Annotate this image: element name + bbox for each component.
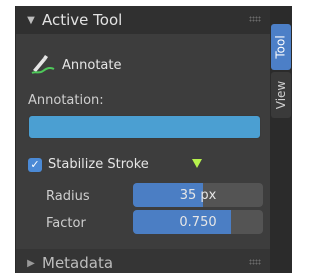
stabilize-stroke-toggle[interactable]: ✓ Stabilize Stroke xyxy=(28,157,149,172)
tool-button[interactable]: Annotate xyxy=(30,52,121,78)
tab-view-label: View xyxy=(274,80,289,110)
down-arrow-icon xyxy=(192,159,202,168)
annotation-label: Annotation: xyxy=(28,93,104,108)
annotate-pen-icon xyxy=(30,52,56,78)
tab-tool[interactable]: Tool xyxy=(271,24,291,70)
tab-tool-label: Tool xyxy=(274,35,288,59)
sidebar-tab-strip: Tool View xyxy=(270,6,292,273)
tab-view[interactable]: View xyxy=(271,72,291,118)
tool-name: Annotate xyxy=(62,57,122,73)
factor-label: Factor xyxy=(46,216,86,231)
metadata-header[interactable]: ▶ Metadata xyxy=(16,249,271,273)
radius-value: 35 px xyxy=(179,187,217,203)
active-tool-title: Active Tool xyxy=(42,11,123,29)
active-tool-header[interactable]: ▼ Active Tool xyxy=(16,6,271,34)
stabilize-label: Stabilize Stroke xyxy=(48,157,149,172)
drag-grip-icon[interactable] xyxy=(249,16,261,22)
radius-field[interactable]: 35 px xyxy=(133,183,263,207)
triangle-down-icon: ▼ xyxy=(27,14,35,26)
stabilize-checkbox[interactable]: ✓ xyxy=(28,157,42,172)
metadata-title: Metadata xyxy=(42,254,114,272)
tool-panel: ▼ Active Tool Annotate Annotation: ✓ Sta… xyxy=(15,6,271,273)
drag-grip-icon[interactable] xyxy=(249,259,261,265)
annotation-color-swatch[interactable] xyxy=(28,115,261,139)
factor-value: 0.750 xyxy=(179,214,217,230)
triangle-right-icon: ▶ xyxy=(27,257,35,269)
factor-field[interactable]: 0.750 xyxy=(133,210,263,234)
radius-label: Radius xyxy=(46,189,90,204)
